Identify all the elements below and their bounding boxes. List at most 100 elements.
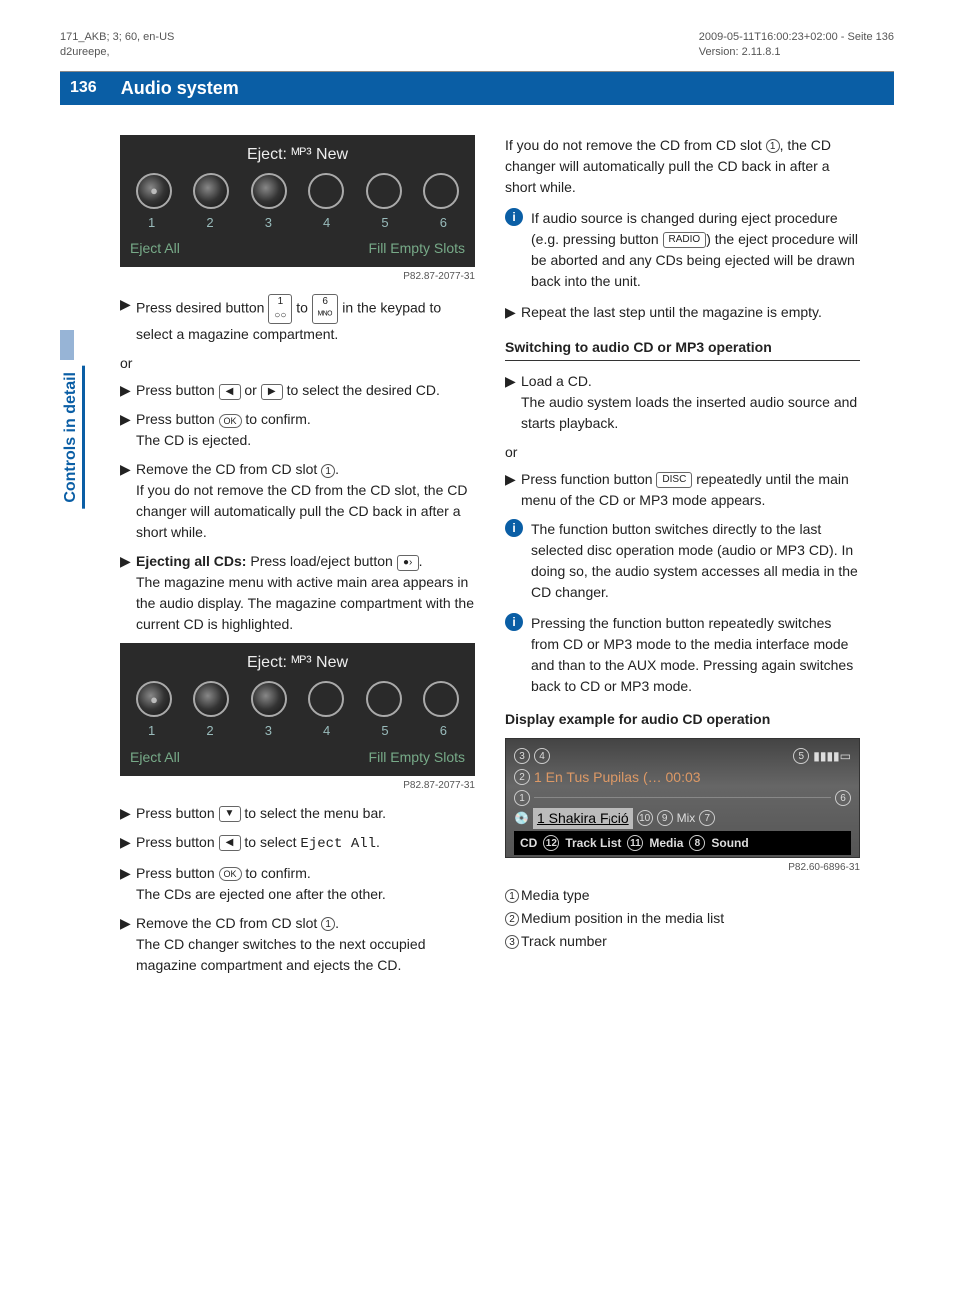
callout-10: 10 [637,810,653,826]
callout-5: 5 [793,748,809,764]
figure1-code: P82.87-2077-31 [120,269,475,284]
side-tab-label: Controls in detail [60,366,85,509]
slot-num-3: 3 [265,213,272,233]
right-column: If you do not remove the CD from CD slot… [505,135,860,984]
step-select-cd: ▶ Press button ◀ or ▶ to select the desi… [120,380,475,401]
callout-9: 9 [657,810,673,826]
title-bar: 136 Audio system [0,72,894,105]
figure1-fill-empty: Fill Empty Slots [369,238,465,259]
side-tab-container: Controls in detail [60,330,85,509]
artist-line: 1 Shakira Fᵢció [533,808,633,829]
figure1-eject-all: Eject All [130,238,180,259]
slot-1-icon: ● [136,173,172,209]
meta-left-1: 171_AKB; 3; 60, en-US [60,30,174,45]
slot-3-icon [251,173,287,209]
slot-3b-icon [251,681,287,717]
step-remove-cd-1: ▶ Remove the CD from CD slot 1.If you do… [120,459,475,543]
step-remove-cd-2: ▶ Remove the CD from CD slot 1.The CD ch… [120,913,475,976]
heading-switch-cd-mp3: Switching to audio CD or MP3 operation [505,337,860,361]
callout-4: 4 [534,748,550,764]
info-icon-1: i [505,208,523,226]
menu-bar: CD 12 Track List 11 Media 8 Sound [514,831,851,855]
legend-3: 3Track number [505,931,860,952]
right-arrow-icon: ▶ [261,384,283,400]
callout-1d: 1 [514,790,530,806]
slot-num-2: 2 [206,213,213,233]
ok-key-1: OK [219,414,242,428]
step-confirm-2: ▶ Press button OK to confirm.The CDs are… [120,863,475,905]
callout-1a: 1 [321,464,335,478]
slot-4-icon [308,173,344,209]
step-load-cd: ▶ Load a CD.The audio system loads the i… [505,371,860,434]
legend: 1Media type 2Medium position in the medi… [505,885,860,952]
slot-num-6: 6 [440,213,447,233]
callout-1b: 1 [321,917,335,931]
callout-3: 3 [514,748,530,764]
slot-6-icon [423,173,459,209]
info-icon-3: i [505,613,523,631]
slot-1b-icon: ● [136,681,172,717]
step-repeat: ▶ Repeat the last step until the magazin… [505,302,860,323]
callout-11: 11 [627,835,643,851]
key-6: 6ᴹᴺᴼ [312,294,339,324]
or-1: or [120,353,475,374]
slot-6b-icon [423,681,459,717]
slot-num-5: 5 [381,213,388,233]
side-tab-marker [60,330,74,360]
info-icon-2: i [505,519,523,537]
left-arrow-icon-2: ◀ [219,835,241,851]
step-press-disc: ▶ Press function button DISC repeatedly … [505,469,860,511]
figure-eject-2: Eject: ᴹᴾ³ New ● 1 2 3 4 5 6 [120,643,475,776]
meta-right-2: Version: 2.11.8.1 [699,45,894,60]
meta-right-1: 2009-05-11T16:00:23+02:00 - Seite 136 [699,30,894,45]
figure3-code: P82.60-6896-31 [505,860,860,875]
paragraph-cd-pull-back: If you do not remove the CD from CD slot… [505,135,860,198]
down-arrow-icon: ▼ [219,806,241,822]
step-select-compartment: ▶ Press desired button 1○○ to 6ᴹᴺᴼ in th… [120,294,475,345]
callout-7: 7 [699,810,715,826]
figure-cd-display: 3 4 5 ▮▮▮▮▭ 2 1 En Tus Pupilas (… 00:03 … [505,738,860,858]
header-meta: 171_AKB; 3; 60, en-US d2ureepe, 2009-05-… [60,30,894,61]
slot-2-icon [193,173,229,209]
slot-num-1: 1 [148,213,155,233]
heading-display-example: Display example for audio CD operation [505,709,860,730]
slot-5b-icon [366,681,402,717]
ok-key-2: OK [219,867,242,881]
step-select-menubar: ▶ Press button ▼ to select the menu bar. [120,803,475,824]
info-audio-source: i If audio source is changed during ejec… [505,208,860,292]
key-1: 1○○ [268,294,292,324]
battery-icon: ▮▮▮▮▭ [813,747,851,765]
callout-2: 2 [514,769,530,785]
slot-2b-icon [193,681,229,717]
callout-8: 8 [689,835,705,851]
page-number: 136 [60,72,107,105]
info-press-again: i Pressing the function button repeatedl… [505,613,860,697]
track-line: 1 En Tus Pupilas (… 00:03 [534,767,701,788]
info-disc-mode: i The function button switches directly … [505,519,860,603]
or-2: or [505,442,860,463]
page-title: Audio system [107,72,894,105]
step-eject-all: ▶ Ejecting all CDs: Press load/eject but… [120,551,475,635]
slot-num-4: 4 [323,213,330,233]
callout-12: 12 [543,835,559,851]
left-arrow-icon: ◀ [219,384,241,400]
callout-1c: 1 [766,139,780,153]
figure1-title: Eject: ᴹᴾ³ New [130,143,465,167]
slot-5-icon [366,173,402,209]
legend-2: 2Medium position in the media list [505,908,860,929]
step-select-ejectall: ▶ Press button ◀ to select Eject All. [120,832,475,855]
figure2-title: Eject: ᴹᴾ³ New [130,651,465,675]
step-confirm-1: ▶ Press button OK to confirm.The CD is e… [120,409,475,451]
figure-eject-1: Eject: ᴹᴾ³ New ● 1 2 3 4 5 6 [120,135,475,268]
eject-icon: ●› [397,555,419,571]
legend-1: 1Media type [505,885,860,906]
radio-key: RADIO [663,232,707,248]
left-column: Eject: ᴹᴾ³ New ● 1 2 3 4 5 6 [120,135,475,984]
meta-left-2: d2ureepe, [60,45,174,60]
cd-icon: 💿 [514,809,529,827]
callout-6: 6 [835,790,851,806]
figure2-code: P82.87-2077-31 [120,778,475,793]
slot-4b-icon [308,681,344,717]
mix-label: Mix [677,809,696,827]
disc-key: DISC [656,472,692,488]
